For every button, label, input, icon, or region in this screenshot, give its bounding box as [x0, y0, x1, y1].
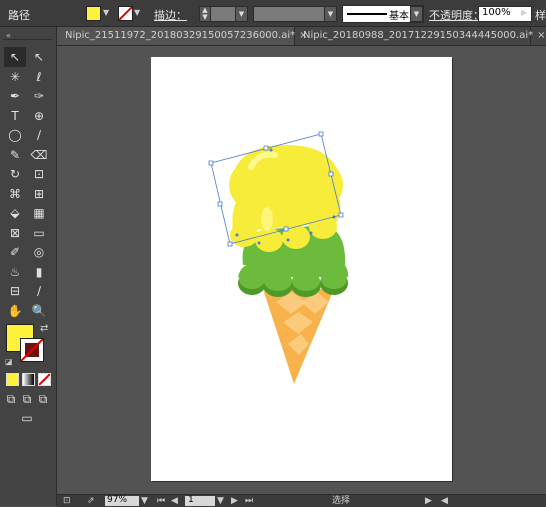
status-menu-arrow[interactable]: ▶ [425, 495, 432, 507]
magic-wand-tool[interactable]: ✳ [4, 67, 26, 87]
default-fill-stroke-icon[interactable]: ◪ [5, 357, 13, 366]
resize-handle[interactable] [318, 131, 324, 137]
svg-text:«: « [6, 31, 11, 39]
fill-dropdown-arrow[interactable]: ▼ [103, 8, 109, 17]
selection-mode-label: 路径 [8, 9, 30, 22]
brush-dropdown[interactable]: ▼ [410, 6, 423, 22]
hand-tool[interactable]: ✋ [4, 301, 26, 321]
stroke-dropdown-arrow[interactable]: ▼ [134, 8, 140, 17]
artboard-number-input[interactable]: 1 [185, 495, 215, 506]
none-slash-icon [119, 7, 132, 20]
first-artboard-button[interactable]: ⏮ [157, 495, 165, 507]
resize-handle[interactable] [227, 241, 233, 247]
artboard-number-value: 1 [188, 495, 194, 505]
resize-handle[interactable] [328, 171, 334, 177]
artboard-nav-icon[interactable]: ⊡ [63, 495, 71, 507]
status-tool-text: 选择 [332, 496, 351, 506]
variable-width-dropdown[interactable]: ▼ [324, 6, 337, 22]
draw-normal-icon[interactable]: ⧉ [4, 389, 18, 409]
zoom-dropdown-arrow[interactable]: ▼ [141, 495, 148, 507]
perspective-grid-tool[interactable]: ▦ [28, 203, 50, 223]
none-mode-button[interactable] [38, 373, 51, 386]
control-bar: 路径 ▼ ▼ 描边： ▲ ▼ ▼ ▼ 基本 ▼ 不透明度： 100% ▶ 样 [0, 0, 546, 27]
opacity-value: 100% [482, 7, 511, 18]
draw-inside-icon[interactable]: ⧉ [36, 389, 50, 409]
symbol-sprayer-tool[interactable]: ♨ [4, 262, 26, 282]
artboard-tool[interactable]: ⊟ [4, 281, 26, 301]
brush-stroke-preview [347, 13, 387, 15]
opacity-dropdown-arrow[interactable]: ▶ [521, 8, 527, 17]
artboard[interactable] [151, 57, 452, 481]
zoom-value: 97% [107, 495, 128, 505]
resize-handle[interactable] [338, 212, 344, 218]
tools-panel: « ↖ ↖ ✳ ℓ ✒ ✑ T ⊕ ◯ ∕ ✎ ⌫ ↻ ⊡ ⌘ ⊞ ⬙ ▦ ⊠ ▭ ✐ ◎ ♨ ▮ ⊟ ∕ ✋ 🔍 ⇄ ◪ ⧉ ⧉ ⧉… [0, 27, 57, 506]
opacity-panel-link[interactable]: 不透明度： [429, 7, 484, 23]
graph-tool[interactable]: ▮ [28, 262, 50, 282]
resize-handle[interactable] [208, 160, 214, 166]
rotate-tool[interactable]: ↻ [4, 164, 26, 184]
none-slash-icon [39, 374, 50, 385]
none-slash-icon [21, 339, 43, 361]
document-tab-1[interactable]: Nipic_21511972_20180329150057236000.ai* × [57, 27, 308, 45]
color-mode-button[interactable] [6, 373, 19, 386]
curvature-tool[interactable]: ✑ [28, 86, 50, 106]
fill-color-swatch[interactable] [86, 6, 101, 21]
gradient-mode-button[interactable] [22, 373, 35, 386]
zoom-tool[interactable]: 🔍 [28, 301, 50, 321]
stroke-weight-input[interactable] [210, 6, 236, 22]
style-label: 样 [535, 9, 546, 22]
last-artboard-button[interactable]: ⏭ [245, 495, 253, 507]
collapse-arrows-icon: « [6, 31, 11, 40]
cone-shape[interactable] [263, 289, 334, 384]
resize-handle[interactable] [263, 145, 269, 151]
spiral-tool[interactable]: ⊕ [28, 106, 50, 126]
free-transform-tool[interactable]: ⊞ [28, 184, 50, 204]
share-icon[interactable]: ⇗ [87, 495, 95, 507]
brush-definition-label: 基本 [389, 11, 409, 22]
yellow-scoop[interactable] [229, 145, 343, 252]
close-icon[interactable]: × [537, 30, 545, 41]
ellipse-tool[interactable]: ◯ [4, 125, 26, 145]
paintbrush-tool[interactable]: ∕ [28, 125, 50, 145]
document-tab-bar: Nipic_21511972_20180329150057236000.ai* ×… [57, 27, 546, 46]
shape-builder-tool[interactable]: ⬙ [4, 203, 26, 223]
lasso-tool[interactable]: ℓ [28, 67, 50, 87]
resize-handle[interactable] [217, 201, 223, 207]
slice-tool[interactable]: ∕ [28, 281, 50, 301]
screen-mode-icon[interactable]: ▭ [16, 408, 38, 428]
eyedropper-tool[interactable]: ✐ [4, 242, 26, 262]
scroll-left-arrow[interactable]: ◀ [441, 495, 448, 507]
document-tab-2[interactable]: Nipic_20180988_20171229150344445000.ai* × [295, 27, 546, 45]
draw-behind-icon[interactable]: ⧉ [20, 389, 34, 409]
variable-width-profile[interactable] [253, 6, 325, 22]
stroke-panel-link[interactable]: 描边： [154, 7, 187, 23]
blend-tool[interactable]: ◎ [28, 242, 50, 262]
direct-selection-tool[interactable]: ↖ [28, 47, 50, 67]
eraser-tool[interactable]: ⌫ [28, 145, 50, 165]
ice-cream-artwork[interactable] [151, 57, 452, 481]
selection-tool[interactable]: ↖ [4, 47, 26, 67]
tab-2-label: Nipic_20180988_20171229150344445000.ai* [303, 30, 534, 41]
stroke-color-swatch[interactable] [118, 6, 133, 21]
type-tool[interactable]: T [4, 106, 26, 126]
tools-panel-grip[interactable]: « [4, 29, 52, 40]
pencil-tool[interactable]: ✎ [4, 145, 26, 165]
mesh-tool[interactable]: ⊠ [4, 223, 26, 243]
status-bar: ⊡ ⇗ 97% ▼ ⏮ ◀ 1 ▼ ▶ ⏭ 选择 ▶ ◀ [57, 494, 546, 507]
gradient-tool[interactable]: ▭ [28, 223, 50, 243]
next-artboard-button[interactable]: ▶ [231, 495, 238, 507]
scale-tool[interactable]: ⊡ [28, 164, 50, 184]
prev-artboard-button[interactable]: ◀ [171, 495, 178, 507]
pen-tool[interactable]: ✒ [4, 86, 26, 106]
resize-handle[interactable] [283, 226, 289, 232]
stroke-weight-dropdown[interactable]: ▼ [235, 6, 248, 22]
stroke-swatch-large[interactable] [20, 338, 44, 362]
warp-tool[interactable]: ⌘ [4, 184, 26, 204]
tab-1-label: Nipic_21511972_20180329150057236000.ai* [65, 30, 296, 41]
artboard-dropdown-arrow[interactable]: ▼ [217, 495, 224, 507]
zoom-input[interactable]: 97% [105, 495, 139, 506]
swap-fill-stroke-icon[interactable]: ⇄ [40, 323, 48, 334]
